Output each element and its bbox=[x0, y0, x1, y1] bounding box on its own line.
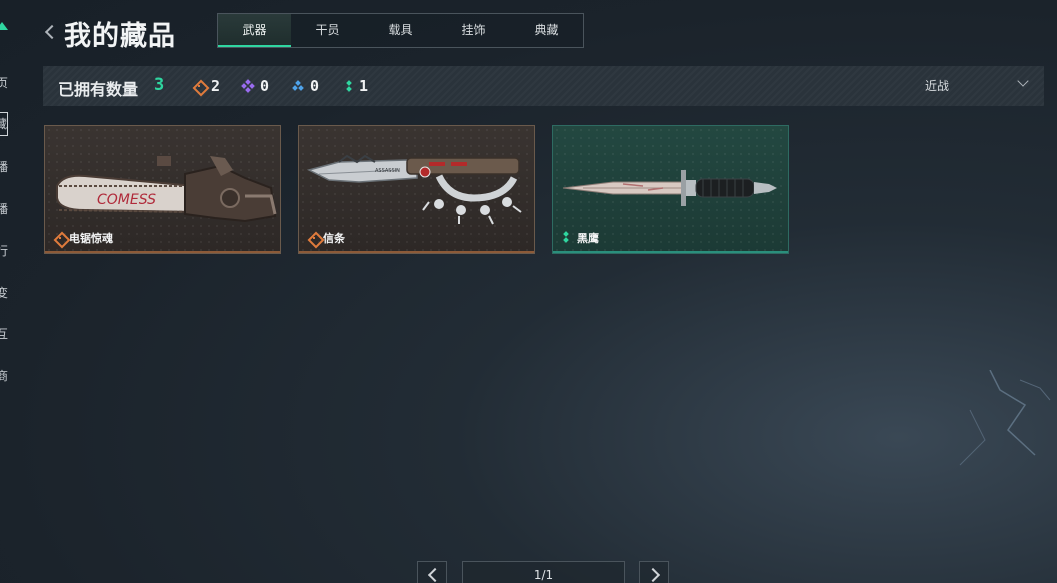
knife-engraving-text: ASSASSIN bbox=[375, 168, 400, 174]
next-page-button[interactable] bbox=[639, 561, 669, 583]
tab-weapons[interactable]: 武器 bbox=[218, 14, 291, 47]
rail-item-4[interactable]: 行 bbox=[0, 242, 8, 259]
item-name: 电锯惊魂 bbox=[69, 232, 113, 245]
filter-dropdown[interactable]: 近战 bbox=[925, 77, 949, 94]
chainsaw-decal-text: COMESS bbox=[97, 192, 156, 208]
chainsaw-icon: COMESS bbox=[56, 156, 277, 223]
back-arrow-icon[interactable] bbox=[43, 22, 57, 42]
rail-item-2[interactable]: 播 bbox=[0, 158, 8, 175]
rarity-purple-count: 0 bbox=[260, 77, 270, 95]
page-title: 我的藏品 bbox=[64, 21, 176, 52]
item-card-chainsaw[interactable]: COMESS 电锯惊魂 bbox=[44, 125, 281, 254]
prev-page-button[interactable] bbox=[417, 561, 447, 583]
chevron-down-icon[interactable] bbox=[1017, 77, 1029, 89]
item-card-blackhawk[interactable]: 黑鹰 bbox=[552, 125, 789, 254]
tab-vehicles[interactable]: 载具 bbox=[364, 14, 437, 47]
background-lightning bbox=[959, 370, 1051, 466]
rarity-orange-count: 2 bbox=[211, 77, 221, 95]
up-arrow-icon[interactable] bbox=[0, 22, 8, 30]
green-diamond-icon bbox=[345, 80, 353, 92]
rail-item-1[interactable]: 藏 bbox=[0, 112, 8, 136]
orange-diamond-icon bbox=[308, 232, 320, 244]
tab-operators[interactable]: 干员 bbox=[291, 14, 364, 47]
orange-diamond-icon bbox=[193, 80, 205, 92]
rail-item-6[interactable]: 互 bbox=[0, 325, 8, 342]
rarity-blue-stat: 0 bbox=[292, 77, 319, 95]
rarity-orange-stat: 2 bbox=[193, 77, 220, 95]
tab-charms[interactable]: 挂饰 bbox=[437, 14, 510, 47]
rarity-purple-stat: 0 bbox=[241, 77, 270, 95]
knuckle-knife-icon: ASSASSIN bbox=[306, 154, 522, 225]
category-tabs: 武器 干员 载具 挂饰 典藏 bbox=[217, 13, 584, 48]
orange-diamond-icon bbox=[54, 232, 66, 244]
rarity-green-count: 1 bbox=[359, 77, 369, 95]
dagger-icon bbox=[562, 170, 777, 206]
item-name: 信条 bbox=[323, 232, 345, 245]
green-diamond-icon bbox=[562, 231, 570, 244]
rail-item-5[interactable]: 变 bbox=[0, 284, 8, 301]
purple-diamond-icon bbox=[241, 79, 255, 93]
item-card-creed[interactable]: ASSASSIN 信条 bbox=[298, 125, 535, 254]
ownership-bar: 已拥有数量 3 2 0 0 1 近战 bbox=[43, 66, 1044, 106]
tab-collection[interactable]: 典藏 bbox=[510, 14, 583, 47]
rail-item-3[interactable]: 播 bbox=[0, 200, 8, 217]
page-indicator: 1/1 bbox=[462, 561, 625, 583]
rail-item-0[interactable]: 页 bbox=[0, 74, 8, 91]
rarity-blue-count: 0 bbox=[310, 77, 320, 95]
item-name: 黑鹰 bbox=[577, 232, 599, 245]
rail-item-7[interactable]: 商 bbox=[0, 367, 8, 384]
owned-label: 已拥有数量 bbox=[58, 80, 139, 99]
rarity-green-stat: 1 bbox=[345, 77, 368, 95]
left-rail: 页 藏 播 播 行 变 互 商 bbox=[0, 0, 14, 583]
owned-count: 3 bbox=[154, 75, 165, 95]
blue-diamond-icon bbox=[292, 80, 304, 92]
